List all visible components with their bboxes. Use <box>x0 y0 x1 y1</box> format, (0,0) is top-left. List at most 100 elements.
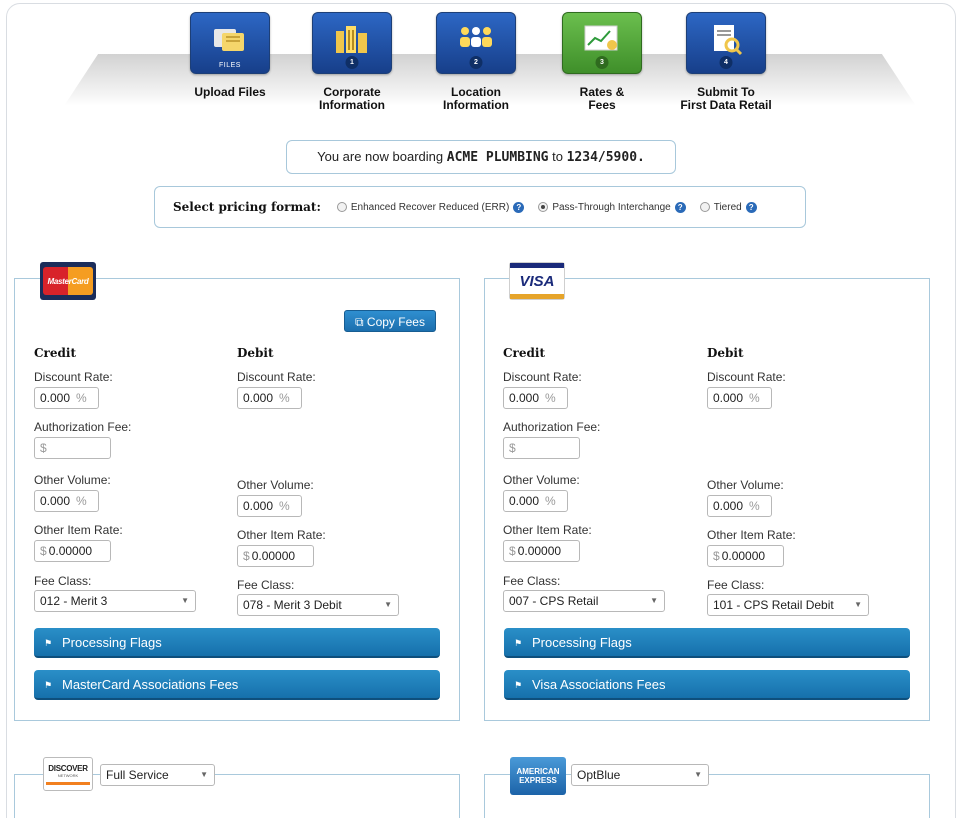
mc-debit-discount-input[interactable]: 0.000% <box>237 387 302 409</box>
chevron-down-icon: ▼ <box>200 770 208 779</box>
unit: % <box>749 391 760 405</box>
visa-debit-fee-class-select[interactable]: 101 - CPS Retail Debit ▼ <box>707 594 869 616</box>
visa-debit-other-volume-input[interactable]: 0.000% <box>707 495 772 517</box>
mc-credit-discount-label: Discount Rate: <box>34 370 113 384</box>
visa-debit-other-item-label: Other Item Rate: <box>707 528 796 542</box>
merchant-number: 1234/5900. <box>566 150 645 165</box>
copy-fees-button[interactable]: ⧉ Copy Fees <box>344 310 436 332</box>
unit: % <box>545 494 556 508</box>
unit: % <box>279 499 290 513</box>
mc-credit-auth-input[interactable]: $ <box>34 437 111 459</box>
bar-label: Processing Flags <box>62 635 162 650</box>
option-label: Tiered <box>713 201 742 213</box>
pricing-option-pass-through[interactable]: Pass-Through Interchange ? <box>538 201 686 213</box>
option-label: Pass-Through Interchange <box>552 201 671 213</box>
help-icon[interactable]: ? <box>513 201 525 213</box>
discover-logo-text: DISCOVER <box>48 763 88 773</box>
visa-stripe-bottom <box>510 294 564 299</box>
step-label: Location Information <box>443 85 509 112</box>
help-icon[interactable]: ? <box>745 201 757 213</box>
value: 0.000 <box>40 494 71 508</box>
discover-service-select[interactable]: Full Service ▼ <box>100 764 215 786</box>
help-icon[interactable]: ? <box>674 201 686 213</box>
step-location-information[interactable]: 2 Location Information <box>416 12 536 112</box>
visa-logo-text: VISA <box>519 272 555 290</box>
visa-credit-auth-input[interactable]: $ <box>503 437 580 459</box>
visa-debit-discount-label: Discount Rate: <box>707 370 786 384</box>
mc-credit-other-item-label: Other Item Rate: <box>34 523 123 537</box>
mc-credit-other-item-input[interactable]: $0.00000 <box>34 540 111 562</box>
selected-value: 007 - CPS Retail <box>509 594 599 608</box>
selected-value: 101 - CPS Retail Debit <box>713 598 834 612</box>
visa-credit-discount-input[interactable]: 0.000% <box>503 387 568 409</box>
visa-debit-heading: Debit <box>707 346 744 360</box>
step-label: Submit To First Data Retail <box>680 85 772 112</box>
visa-credit-auth-label: Authorization Fee: <box>503 420 601 434</box>
mc-credit-auth-label: Authorization Fee: <box>34 420 132 434</box>
bar-label: MasterCard Associations Fees <box>62 677 239 692</box>
bar-label: Visa Associations Fees <box>532 677 666 692</box>
unit: % <box>76 391 87 405</box>
document-search-icon: 4 <box>686 12 766 74</box>
currency: $ <box>509 441 516 455</box>
step-upload-files[interactable]: FILES Upload Files <box>170 12 290 99</box>
unit: % <box>76 494 87 508</box>
value: 0.00000 <box>251 549 296 563</box>
currency: $ <box>713 549 720 563</box>
visa-logo: VISA <box>509 262 565 300</box>
visa-processing-flags-bar[interactable]: ⚑ Processing Flags <box>504 628 910 658</box>
boarding-banner: You are now boarding ACME PLUMBING to 12… <box>286 140 676 174</box>
mc-debit-fee-class-select[interactable]: 078 - Merit 3 Debit ▼ <box>237 594 399 616</box>
step-number: 4 <box>719 56 733 69</box>
mc-debit-other-item-input[interactable]: $0.00000 <box>237 545 314 567</box>
value: 0.000 <box>40 391 71 405</box>
chevron-down-icon: ▼ <box>650 596 658 605</box>
mc-association-fees-bar[interactable]: ⚑ MasterCard Associations Fees <box>34 670 440 700</box>
chevron-down-icon: ▼ <box>384 600 392 609</box>
visa-credit-fee-class-select[interactable]: 007 - CPS Retail ▼ <box>503 590 665 612</box>
step-corporate-information[interactable]: 1 Corporate Information <box>292 12 412 112</box>
mc-credit-other-volume-label: Other Volume: <box>34 473 111 487</box>
people-icon: 2 <box>436 12 516 74</box>
mc-credit-heading: Credit <box>34 346 76 360</box>
selected-value: 012 - Merit 3 <box>40 594 108 608</box>
value: 0.00000 <box>721 549 766 563</box>
discover-logo-stripe <box>46 781 90 785</box>
step-number: 2 <box>469 56 483 69</box>
amex-logo-text: AMERICAN <box>516 767 560 776</box>
pricing-option-err[interactable]: Enhanced Recover Reduced (ERR) ? <box>336 201 525 213</box>
mc-debit-other-volume-input[interactable]: 0.000% <box>237 495 302 517</box>
amex-service-select[interactable]: OptBlue ▼ <box>571 764 709 786</box>
amex-logo-subtext: EXPRESS <box>519 776 557 785</box>
step-label: Upload Files <box>194 85 266 99</box>
mc-credit-fee-class-select[interactable]: 012 - Merit 3 ▼ <box>34 590 196 612</box>
visa-credit-other-item-input[interactable]: $0.00000 <box>503 540 580 562</box>
radio-button[interactable] <box>336 202 347 212</box>
unit: % <box>279 391 290 405</box>
value: 0.00000 <box>517 544 562 558</box>
mc-credit-discount-input[interactable]: 0.000% <box>34 387 99 409</box>
flag-icon: ⚑ <box>514 638 523 648</box>
mc-debit-other-item-label: Other Item Rate: <box>237 528 326 542</box>
mc-credit-fee-class-label: Fee Class: <box>34 574 92 588</box>
step-submit[interactable]: 4 Submit To First Data Retail <box>666 12 786 112</box>
radio-button[interactable] <box>699 202 710 212</box>
visa-debit-discount-input[interactable]: 0.000% <box>707 387 772 409</box>
unit: % <box>545 391 556 405</box>
visa-credit-other-volume-input[interactable]: 0.000% <box>503 490 568 512</box>
value: 0.000 <box>243 499 274 513</box>
visa-credit-other-volume-label: Other Volume: <box>503 473 580 487</box>
visa-association-fees-bar[interactable]: ⚑ Visa Associations Fees <box>504 670 910 700</box>
selected-value: 078 - Merit 3 Debit <box>243 598 342 612</box>
pricing-option-tiered[interactable]: Tiered ? <box>699 201 757 213</box>
chart-icon: 3 <box>562 12 642 74</box>
visa-credit-heading: Credit <box>503 346 545 360</box>
visa-credit-fee-class-label: Fee Class: <box>503 574 561 588</box>
step-rates-and-fees[interactable]: 3 Rates & Fees <box>542 12 662 112</box>
mc-credit-other-volume-input[interactable]: 0.000% <box>34 490 99 512</box>
radio-button-selected[interactable] <box>538 202 549 212</box>
mc-processing-flags-bar[interactable]: ⚑ Processing Flags <box>34 628 440 658</box>
bar-label: Processing Flags <box>532 635 632 650</box>
visa-debit-other-item-input[interactable]: $0.00000 <box>707 545 784 567</box>
value: 0.000 <box>509 391 540 405</box>
